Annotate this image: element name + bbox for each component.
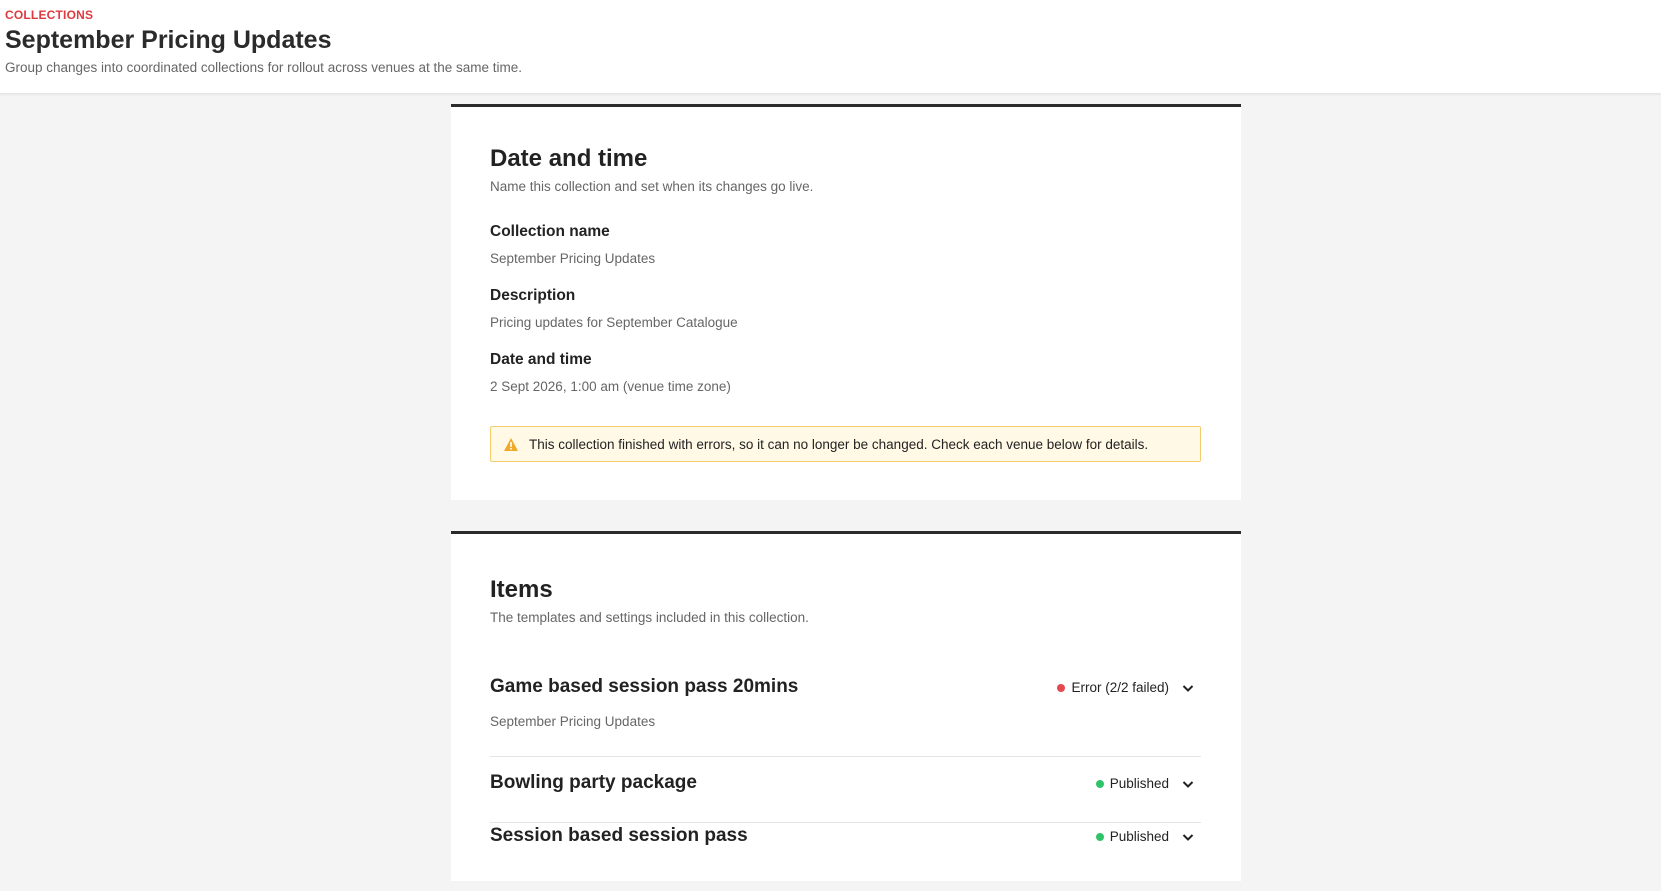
date-section-description: Name this collection and set when its ch… (490, 179, 814, 194)
items-card: Items The templates and settings include… (451, 531, 1241, 881)
item-row-bowling-party[interactable]: Bowling party package Published (490, 772, 1201, 823)
date-and-time-card: Date and time Name this collection and s… (451, 104, 1241, 500)
published-status-dot (1095, 779, 1104, 788)
error-alert: This collection finished with errors, so… (490, 426, 1201, 462)
page-title: September Pricing Updates (5, 26, 332, 54)
alert-text: This collection finished with errors, so… (529, 436, 1149, 452)
warning-icon (504, 437, 518, 451)
chevron-down-icon[interactable] (1181, 830, 1195, 844)
status-badge: Published (1095, 829, 1201, 844)
date-section-title: Date and time (490, 145, 648, 172)
items-section-title: Items (490, 576, 553, 603)
collection-name-value: September Pricing Updates (490, 251, 656, 266)
item-name: Game based session pass 20mins (490, 676, 799, 697)
error-status-dot (1057, 683, 1066, 692)
date-time-label: Date and time (490, 351, 592, 368)
status-badge: Error (2/2 failed) (1057, 680, 1201, 695)
status-text: Published (1109, 776, 1169, 791)
item-row-game-based[interactable]: Game based session pass 20mins September… (490, 676, 1201, 757)
items-section-description: The templates and settings included in t… (490, 610, 809, 625)
status-badge: Published (1095, 776, 1201, 791)
chevron-down-icon[interactable] (1181, 777, 1195, 791)
breadcrumb[interactable]: COLLECTIONS (5, 8, 93, 22)
chevron-down-icon[interactable] (1181, 681, 1195, 695)
item-name: Session based session pass (490, 825, 748, 846)
page-header: COLLECTIONS September Pricing Updates Gr… (0, 0, 1661, 94)
item-name: Bowling party package (490, 772, 697, 793)
date-time-value: 2 Sept 2026, 1:00 am (venue time zone) (490, 379, 731, 394)
collection-name-label: Collection name (490, 223, 610, 240)
page-subtitle: Group changes into coordinated collectio… (5, 60, 523, 75)
status-text: Error (2/2 failed) (1071, 680, 1169, 695)
published-status-dot (1095, 832, 1104, 841)
item-row-session-based[interactable]: Session based session pass Published (490, 825, 1201, 865)
item-subtitle: September Pricing Updates (490, 714, 656, 729)
description-label: Description (490, 287, 576, 304)
description-value: Pricing updates for September Catalogue (490, 315, 738, 330)
status-text: Published (1109, 829, 1169, 844)
